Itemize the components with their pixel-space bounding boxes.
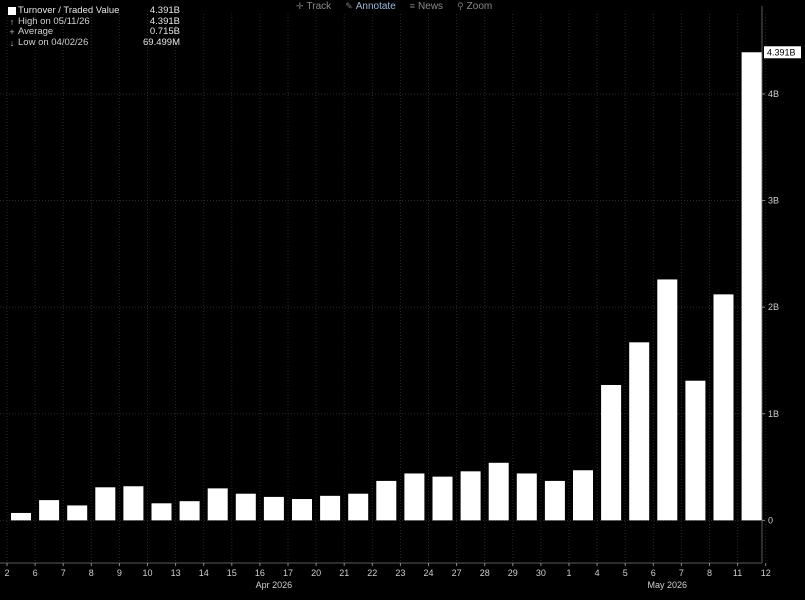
legend-average-row: + Average 0.715B bbox=[6, 26, 180, 38]
legend-low-row: ↓ Low on 04/02/26 69.499M bbox=[6, 36, 180, 49]
bar bbox=[741, 52, 762, 521]
x-tick-label: 15 bbox=[227, 568, 237, 578]
x-tick-label: 29 bbox=[508, 568, 518, 578]
x-tick-label: 12 bbox=[761, 568, 771, 578]
x-tick-label: 13 bbox=[171, 568, 181, 578]
x-tick-label: 7 bbox=[679, 568, 684, 578]
average-marker-icon: + bbox=[9, 27, 15, 37]
legend-low-value: 69.499M bbox=[143, 36, 180, 48]
bar bbox=[123, 486, 144, 521]
x-tick-label: 4 bbox=[595, 568, 600, 578]
y-tick-label: 1B bbox=[768, 409, 779, 419]
legend-average-label: Average bbox=[18, 26, 54, 37]
bar bbox=[151, 503, 172, 521]
x-tick-label: 2 bbox=[4, 568, 9, 578]
x-tick-label: 14 bbox=[199, 568, 209, 578]
x-tick-label: 6 bbox=[33, 568, 38, 578]
high-marker-icon: ↑ bbox=[9, 16, 15, 27]
bar bbox=[67, 505, 88, 521]
x-month-label: Apr 2026 bbox=[256, 580, 293, 590]
bar bbox=[432, 476, 453, 521]
legend-low-label: Low on 04/02/26 bbox=[18, 36, 89, 48]
y-tick-label: 3B bbox=[768, 196, 779, 206]
low-marker-icon: ↓ bbox=[9, 37, 15, 48]
legend-series-value: 4.391B bbox=[149, 5, 180, 16]
chart-legend: Turnover / Traded Value 4.391B ↑ High on… bbox=[6, 5, 180, 49]
x-tick-label: 20 bbox=[311, 568, 321, 578]
bar bbox=[292, 499, 312, 521]
bar bbox=[573, 470, 593, 521]
bar bbox=[713, 294, 734, 521]
x-month-label: May 2026 bbox=[648, 580, 688, 590]
bar bbox=[685, 380, 706, 521]
x-tick-label: 1 bbox=[566, 568, 571, 578]
bar bbox=[320, 495, 341, 521]
x-tick-label: 10 bbox=[142, 568, 152, 578]
x-tick-label: 8 bbox=[707, 568, 712, 578]
bar bbox=[404, 473, 425, 521]
bar bbox=[263, 496, 284, 521]
x-tick-label: 27 bbox=[452, 568, 462, 578]
x-tick-label: 7 bbox=[61, 568, 66, 578]
y-tick-label: 0 bbox=[768, 515, 773, 525]
bar bbox=[207, 488, 228, 521]
legend-series-row[interactable]: Turnover / Traded Value 4.391B bbox=[6, 5, 180, 17]
x-tick-label: 17 bbox=[283, 568, 293, 578]
x-tick-label: 5 bbox=[623, 568, 628, 578]
y-tick-label: 4B bbox=[768, 89, 779, 99]
bar bbox=[376, 480, 397, 521]
bar bbox=[544, 480, 565, 521]
x-tick-label: 30 bbox=[536, 568, 546, 578]
bar bbox=[460, 471, 481, 521]
last-value-label: 4.391B bbox=[767, 47, 796, 57]
legend-series-name: Turnover / Traded Value bbox=[18, 5, 120, 16]
x-tick-label: 24 bbox=[423, 568, 433, 578]
x-tick-label: 9 bbox=[117, 568, 122, 578]
bar bbox=[348, 493, 369, 521]
x-tick-label: 11 bbox=[733, 568, 742, 578]
bar bbox=[601, 384, 622, 521]
x-tick-label: 8 bbox=[89, 568, 94, 578]
x-tick-label: 16 bbox=[255, 568, 265, 578]
bar bbox=[95, 487, 116, 521]
bar bbox=[179, 501, 200, 521]
x-tick-label: 22 bbox=[367, 568, 377, 578]
bar-chart: 01B2B3B4B4.391B2 6 7 8 9 10 13 14 15 16 17 20 21 22 23… bbox=[0, 6, 801, 590]
x-tick-label: 21 bbox=[339, 568, 349, 578]
series-swatch bbox=[8, 7, 16, 16]
bar bbox=[235, 493, 256, 521]
x-tick-label: 6 bbox=[651, 568, 656, 578]
x-tick-label: 28 bbox=[480, 568, 490, 578]
chart-frame: ✛ Track ✎ Annotate ≡ News ⚲ Zoom 0 1B 2B 3B… bbox=[0, 0, 805, 600]
bar bbox=[629, 342, 650, 521]
x-tick-label: 23 bbox=[395, 568, 405, 578]
bar bbox=[11, 512, 31, 521]
legend-average-value: 0.715B bbox=[149, 26, 180, 37]
bar bbox=[516, 473, 537, 521]
y-tick-label: 2B bbox=[768, 302, 779, 312]
bar bbox=[488, 462, 509, 521]
bar bbox=[39, 500, 60, 521]
bar bbox=[657, 279, 678, 521]
